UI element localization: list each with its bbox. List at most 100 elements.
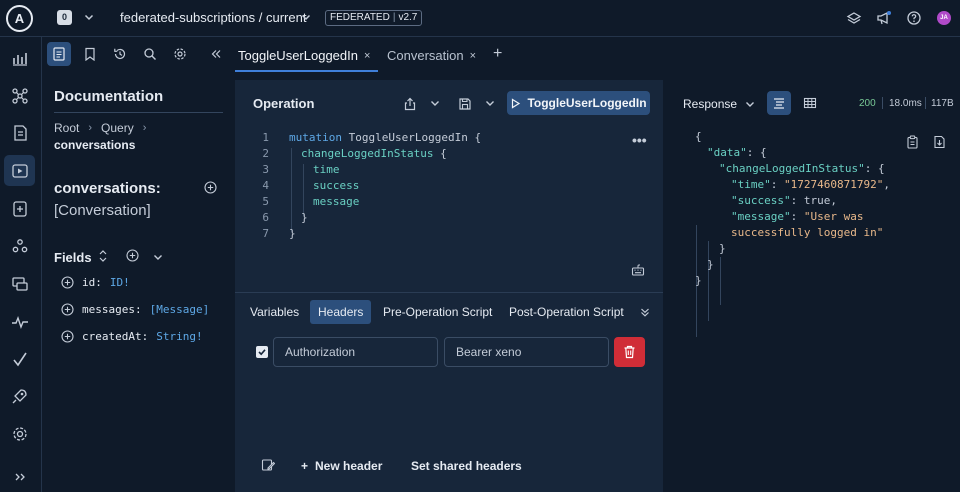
set-shared-headers-button[interactable]: Set shared headers (411, 459, 522, 473)
field-row-id[interactable]: id: ID! (61, 276, 130, 289)
settings-icon[interactable] (168, 42, 192, 66)
run-operation-label: ToggleUserLoggedIn (527, 96, 647, 110)
bookmark-icon[interactable] (78, 42, 102, 66)
federation-version: v2.7 (398, 12, 418, 23)
indent-guide (291, 148, 292, 232)
json-token: : true, (790, 194, 837, 207)
code-line[interactable]: 5 message (235, 194, 359, 210)
changelog-icon[interactable] (11, 124, 29, 142)
chevron-down-icon[interactable] (83, 11, 95, 23)
tab-headers[interactable]: Headers (310, 300, 372, 324)
share-icon[interactable] (403, 97, 417, 111)
breadcrumb-root[interactable]: Root (54, 121, 79, 135)
new-header-button[interactable]: + New header (301, 459, 382, 473)
run-operation-button[interactable]: ToggleUserLoggedIn (507, 91, 650, 115)
code-line[interactable]: 7} (235, 226, 295, 242)
operation-tab-bar: ToggleUserLoggedIn × Conversation × + (235, 37, 960, 73)
clients-icon[interactable] (11, 237, 29, 255)
json-token: : (770, 178, 784, 191)
field-row-name: messages: (82, 303, 142, 316)
response-line: } (719, 241, 726, 257)
field-row-type[interactable]: [Message] (150, 303, 210, 316)
add-all-fields-icon[interactable] (126, 249, 139, 262)
close-icon[interactable]: × (364, 50, 370, 62)
code-text: mutation ToggleUserLoggedIn { (289, 130, 481, 146)
search-icon[interactable] (138, 42, 162, 66)
json-token: "time" (731, 178, 771, 191)
tab-variables[interactable]: Variables (242, 300, 307, 324)
close-icon[interactable]: × (470, 50, 476, 62)
json-token: "User was (803, 210, 864, 223)
schema-icon[interactable] (11, 87, 29, 105)
tab-toggle-user-logged-in[interactable]: ToggleUserLoggedIn × (238, 48, 370, 63)
help-icon[interactable] (906, 10, 922, 26)
add-tab-button[interactable]: + (493, 45, 502, 63)
checks-icon[interactable] (11, 200, 29, 218)
download-icon[interactable] (933, 135, 946, 149)
code-line[interactable]: 3 time (235, 162, 339, 178)
apollo-logo[interactable]: A (6, 5, 33, 32)
json-view-button[interactable] (767, 91, 791, 115)
field-row-type[interactable]: ID! (110, 276, 130, 289)
chevron-down-icon[interactable] (300, 11, 312, 23)
field-type[interactable]: [Conversation] (54, 202, 151, 219)
code-text: success (313, 178, 359, 194)
megaphone-icon[interactable] (876, 10, 892, 26)
explorer-icon[interactable] (11, 162, 29, 180)
header-key-input[interactable]: Authorization (273, 337, 438, 367)
response-selector[interactable]: Response (683, 97, 756, 111)
breadcrumb-query[interactable]: Query (101, 121, 134, 135)
org-badge[interactable]: 0 (57, 10, 72, 25)
more-options-icon[interactable]: ••• (632, 132, 647, 148)
field-row-createdat[interactable]: createdAt: String! (61, 330, 203, 343)
save-icon[interactable] (458, 97, 472, 111)
settings-icon[interactable] (11, 425, 29, 443)
layers-icon[interactable] (846, 10, 862, 26)
line-number: 6 (262, 211, 269, 224)
collapse-panel-icon[interactable] (204, 42, 228, 66)
deploy-icon[interactable] (11, 387, 29, 405)
code-line[interactable]: 1 mutation ToggleUserLoggedIn { (235, 130, 481, 146)
code-text: } (301, 210, 308, 226)
header-value-input[interactable]: Bearer xeno (444, 337, 609, 367)
code-line[interactable]: 6} (235, 210, 307, 226)
line-number: 3 (262, 163, 269, 176)
documentation-tab-icon[interactable] (47, 42, 71, 66)
user-avatar[interactable]: JA (937, 11, 951, 25)
code-line[interactable]: 2 changeLoggedInStatus { (235, 146, 446, 162)
code-token: mutation (289, 131, 349, 144)
chevron-down-icon[interactable] (152, 251, 164, 263)
add-field-icon[interactable] (204, 181, 217, 194)
breadcrumb: Root › Query › (54, 121, 146, 135)
history-icon[interactable] (108, 42, 132, 66)
add-field-icon[interactable] (61, 303, 74, 316)
insights-icon[interactable] (11, 313, 29, 331)
keyboard-shortcuts-icon[interactable] (631, 263, 645, 277)
field-row-type[interactable]: String! (156, 330, 202, 343)
copy-icon[interactable] (906, 135, 919, 149)
code-text: message (313, 194, 359, 210)
add-field-icon[interactable] (61, 276, 74, 289)
expand-icon[interactable] (11, 468, 29, 486)
json-token: : (790, 210, 804, 223)
chevron-down-icon[interactable] (429, 97, 441, 109)
add-field-icon[interactable] (61, 330, 74, 343)
tab-pre-operation-script[interactable]: Pre-Operation Script (375, 300, 500, 324)
operation-title: Operation (253, 96, 315, 111)
launches-icon[interactable] (11, 275, 29, 293)
tab-post-operation-script[interactable]: Post-Operation Script (501, 300, 632, 324)
edit-headers-icon[interactable] (261, 458, 275, 472)
tab-conversation[interactable]: Conversation × (387, 48, 476, 63)
graph-variant-name[interactable]: federated-subscriptions / current (120, 10, 306, 25)
dashboard-icon[interactable] (11, 49, 29, 67)
collapse-chevron-icon[interactable] (639, 306, 651, 318)
delete-header-button[interactable] (614, 337, 645, 367)
sort-icon[interactable] (97, 249, 109, 263)
field-row-messages[interactable]: messages: [Message] (61, 303, 209, 316)
header-enabled-checkbox[interactable] (256, 346, 268, 358)
chevron-down-icon[interactable] (484, 97, 496, 109)
json-token: } (719, 242, 726, 255)
table-view-icon[interactable] (803, 96, 817, 110)
lint-icon[interactable] (11, 350, 29, 368)
code-line[interactable]: 4 success (235, 178, 359, 194)
